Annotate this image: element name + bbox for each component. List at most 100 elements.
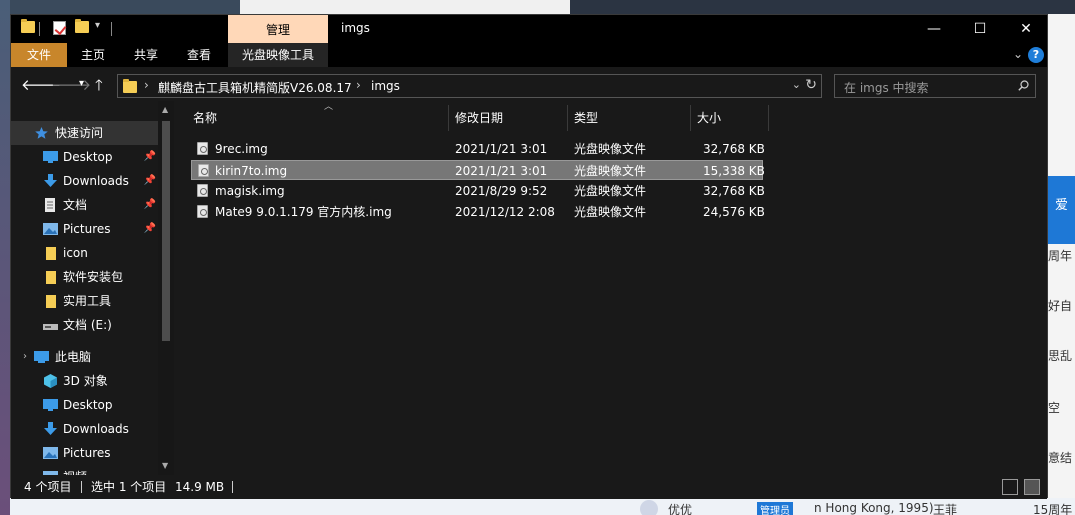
sidebar-item-label: 软件安装包	[63, 270, 124, 284]
search-box[interactable]: 在 imgs 中搜索	[834, 74, 1036, 98]
sidebar-scrollbar[interactable]: ▲ ▼	[158, 101, 174, 475]
computer-icon	[34, 351, 49, 363]
chevron-down-icon[interactable]: ⌄	[792, 78, 801, 91]
close-button[interactable]: ✕	[1003, 15, 1049, 43]
column-divider[interactable]	[768, 105, 769, 131]
details-view-icon[interactable]	[1002, 479, 1018, 495]
column-divider[interactable]	[448, 105, 449, 131]
scroll-down-icon[interactable]: ▼	[162, 461, 168, 470]
selection-count: 选中 1 个项目	[91, 480, 167, 494]
background-side-panel: 爱 周年 好自 思乱 空 意结	[1048, 14, 1075, 515]
file-size: 32,768 KB	[703, 184, 765, 198]
column-divider[interactable]	[567, 105, 568, 131]
breadcrumb-separator-icon[interactable]: ›	[356, 78, 361, 92]
file-row[interactable]: magisk.img 2021/8/29 9:52 光盘映像文件 32,768 …	[191, 181, 765, 201]
file-row[interactable]: 9rec.img 2021/1/21 3:01 光盘映像文件 32,768 KB	[191, 139, 765, 159]
breadcrumb-item[interactable]: 麒麟盘古工具箱机精简版V26.08.17	[158, 79, 352, 96]
new-folder-icon[interactable]	[75, 19, 89, 37]
folder-icon	[46, 295, 56, 308]
column-header-type[interactable]: 类型	[574, 105, 598, 131]
pin-icon[interactable]: 📌	[144, 169, 156, 193]
minimize-button[interactable]: —	[911, 15, 957, 43]
sidebar-item-documents[interactable]: 文档 📌	[11, 193, 158, 217]
sidebar-item-downloads[interactable]: Downloads 📌	[11, 169, 158, 193]
pin-icon[interactable]: 📌	[144, 145, 156, 169]
scrollbar-thumb[interactable]	[162, 121, 170, 341]
column-header-name[interactable]: 名称	[193, 105, 217, 131]
separator	[111, 22, 112, 38]
sidebar-item-icon-folder[interactable]: icon	[11, 241, 158, 265]
context-tab-group-label: 管理	[228, 15, 328, 43]
sidebar-item-label: Downloads	[63, 174, 129, 188]
sidebar-item-3d-objects[interactable]: 3D 对象	[11, 369, 158, 393]
sidebar-item-quick-access[interactable]: 快速访问	[11, 121, 158, 145]
search-input[interactable]: 在 imgs 中搜索	[844, 79, 929, 96]
tab-file[interactable]: 文件	[11, 43, 67, 67]
sidebar-item-pictures-pc[interactable]: Pictures	[11, 441, 158, 465]
sidebar-item-label: 视频	[63, 465, 87, 475]
pictures-icon	[43, 223, 58, 235]
window-title: imgs	[341, 21, 370, 35]
sidebar-item-tools-folder[interactable]: 实用工具	[11, 289, 158, 313]
maximize-button[interactable]: ☐	[957, 15, 1003, 43]
recent-locations-icon[interactable]: ▾	[79, 78, 84, 89]
file-size: 15,338 KB	[703, 164, 765, 178]
tab-view[interactable]: 查看	[176, 43, 222, 67]
disc-image-file-icon	[197, 142, 208, 155]
sidebar-item-label: 文档 (E:)	[63, 318, 112, 332]
background-player-strip	[570, 0, 1075, 14]
chevron-right-icon[interactable]: ›	[23, 345, 27, 369]
file-row[interactable]: Mate9 9.0.1.179 官方内核.img 2021/12/12 2:08…	[191, 202, 765, 222]
sidebar-item-desktop-pc[interactable]: Desktop	[11, 393, 158, 417]
tab-home[interactable]: 主页	[70, 43, 116, 67]
pin-icon[interactable]: 📌	[144, 193, 156, 217]
sidebar-item-pictures[interactable]: Pictures 📌	[11, 217, 158, 241]
up-arrow-icon[interactable]: 🡑	[95, 75, 103, 100]
column-divider[interactable]	[690, 105, 691, 131]
status-bar: 4 个项目 选中 1 个项目 14.9 MB	[11, 475, 1047, 499]
address-bar[interactable]: › 麒麟盘古工具箱机精简版V26.08.17 › imgs ⌄ ↻	[117, 74, 822, 98]
tab-disc-image-tools[interactable]: 光盘映像工具	[228, 43, 328, 67]
sidebar-item-software-folder[interactable]: 软件安装包	[11, 265, 158, 289]
sidebar-item-desktop[interactable]: Desktop 📌	[11, 145, 158, 169]
desktop-icon	[43, 399, 58, 411]
sidebar-item-label: Desktop	[63, 150, 113, 164]
chevron-down-icon[interactable]: ⌄	[1013, 47, 1023, 61]
desktop-background-left	[0, 0, 10, 515]
sidebar-item-downloads-pc[interactable]: Downloads	[11, 417, 158, 441]
column-header-size[interactable]: 大小	[697, 105, 721, 131]
breadcrumb-item[interactable]: imgs	[371, 79, 400, 93]
title-bar[interactable]: ▾ 管理 imgs — ☐ ✕	[11, 15, 1047, 43]
item-count: 4 个项目	[24, 480, 72, 494]
sidebar-item-label: Pictures	[63, 222, 111, 236]
background-side-text: 空	[1048, 401, 1061, 415]
properties-icon[interactable]	[53, 21, 66, 37]
file-row-selected[interactable]: kirin7to.img 2021/1/21 3:01 光盘映像文件 15,33…	[191, 160, 765, 180]
file-name: Mate9 9.0.1.179 官方内核.img	[215, 205, 392, 219]
sidebar-item-videos[interactable]: 视频	[11, 465, 158, 475]
disc-image-file-icon	[198, 164, 209, 177]
drive-icon	[43, 324, 58, 330]
large-icons-view-icon[interactable]	[1024, 479, 1040, 495]
tab-share[interactable]: 共享	[123, 43, 169, 67]
scroll-up-icon[interactable]: ▲	[162, 105, 168, 114]
avatar	[640, 500, 658, 515]
customize-toolbar-icon[interactable]: ▾	[95, 20, 100, 36]
background-side-button: 爱	[1048, 176, 1075, 244]
file-size: 24,576 KB	[703, 205, 765, 219]
forward-arrow-icon[interactable]: 🡒	[51, 75, 91, 94]
download-icon	[44, 174, 57, 187]
column-header-date[interactable]: 修改日期	[455, 105, 503, 131]
file-date: 2021/1/21 3:01	[455, 164, 548, 178]
pin-icon[interactable]: 📌	[144, 217, 156, 241]
file-name: magisk.img	[215, 184, 285, 198]
sidebar-item-drive-e[interactable]: 文档 (E:)	[11, 313, 158, 337]
file-date: 2021/1/21 3:01	[455, 142, 548, 156]
sidebar-item-this-pc[interactable]: › 此电脑	[11, 345, 158, 369]
file-date: 2021/12/12 2:08	[455, 205, 555, 219]
sidebar-item-label: 快速访问	[55, 126, 104, 140]
refresh-icon[interactable]: ↻	[805, 77, 817, 93]
help-icon[interactable]: ?	[1028, 47, 1044, 63]
breadcrumb-separator-icon[interactable]: ›	[144, 78, 149, 92]
background-side-text: 周年	[1048, 249, 1073, 263]
